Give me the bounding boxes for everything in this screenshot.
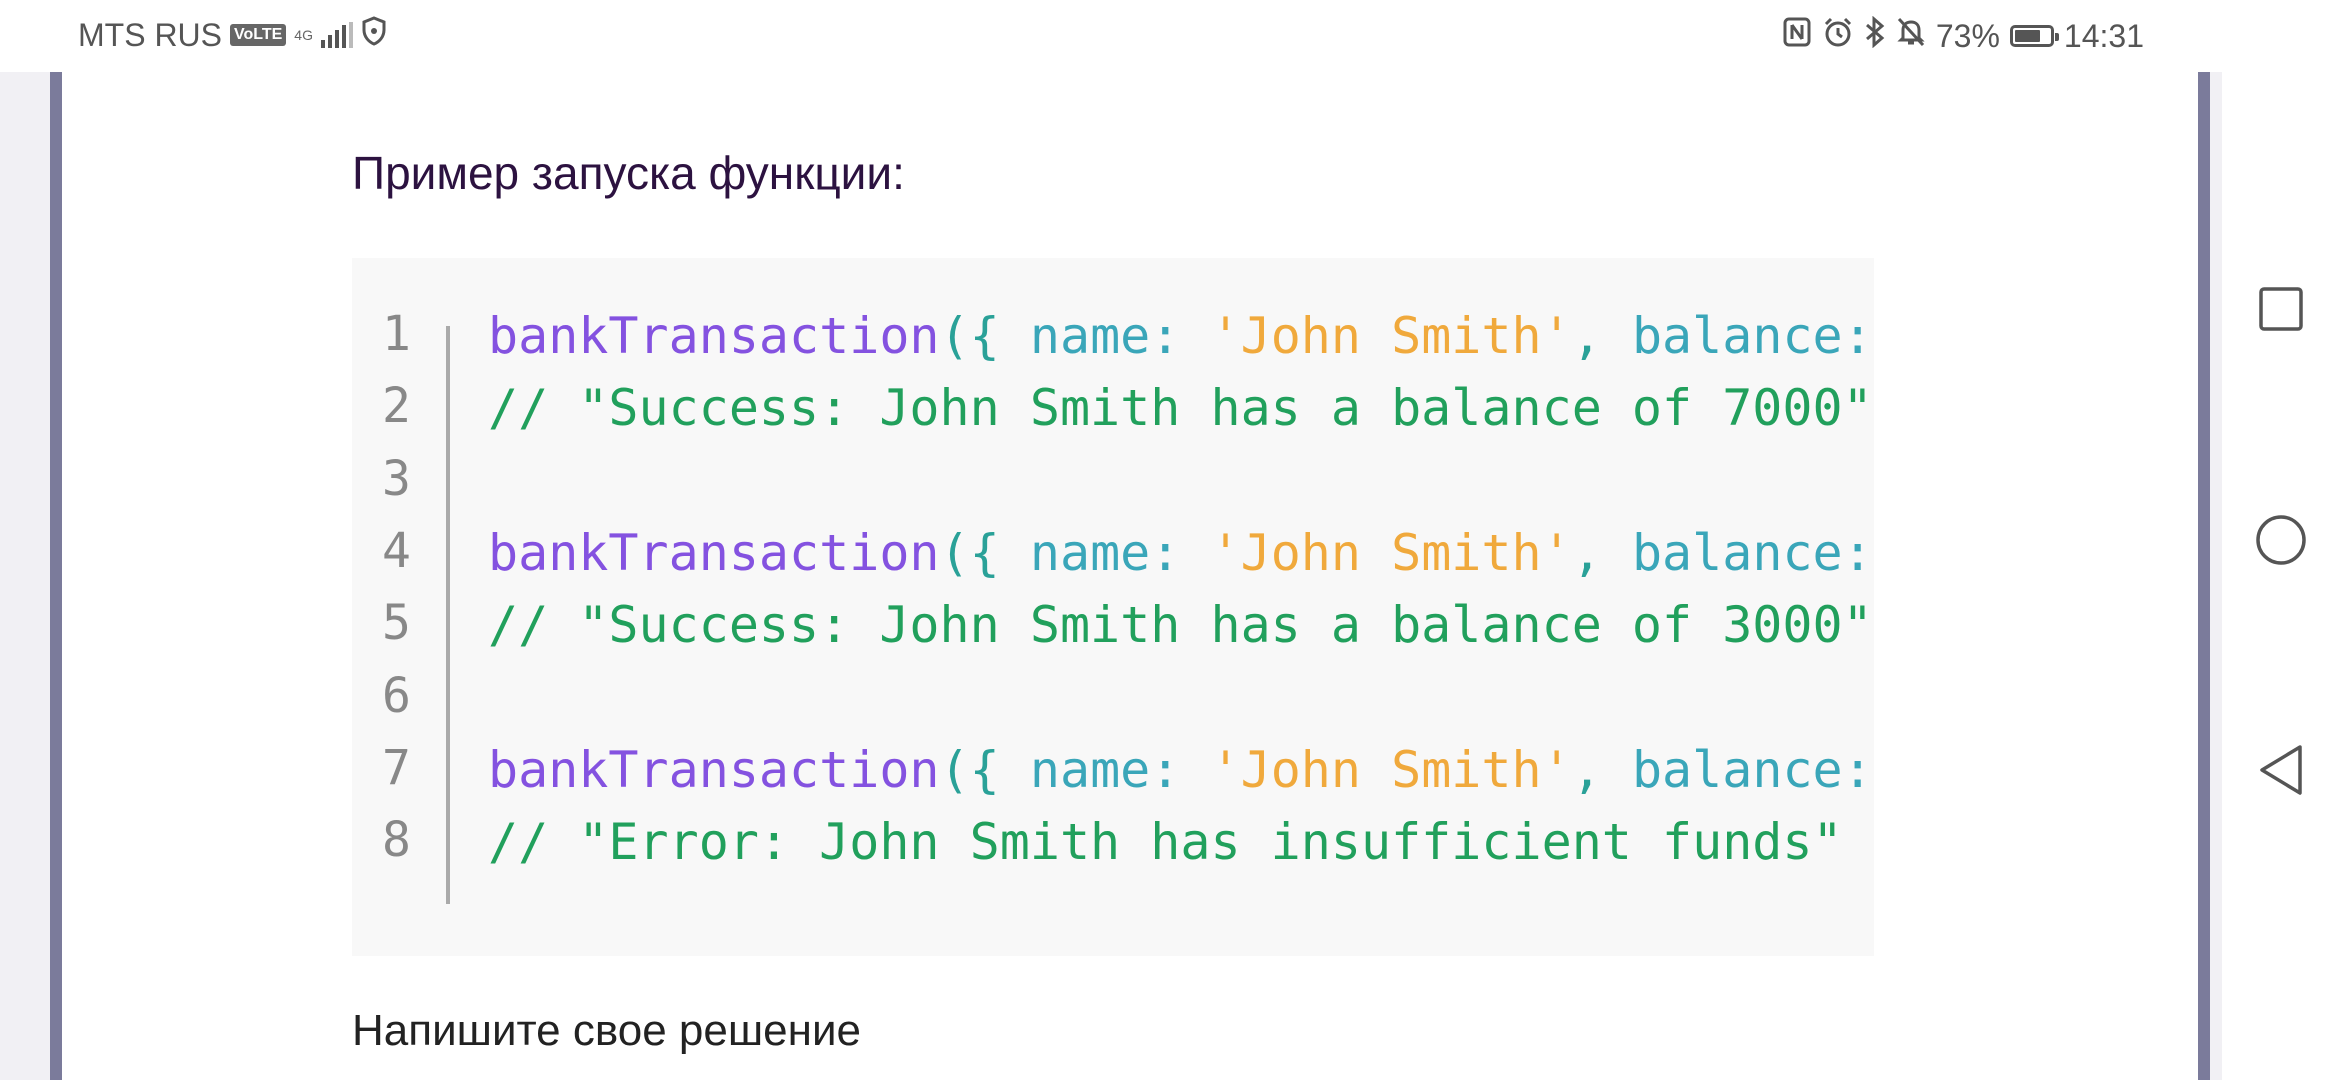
status-right: 73% 14:31 (1782, 15, 2144, 56)
line-number: 8 (382, 812, 411, 869)
navigation-bar (2222, 0, 2340, 1080)
line-number: 2 (382, 378, 411, 435)
code-line: 4 bankTransaction({ name: 'John Smith', b… (352, 517, 1874, 589)
code-token: , (1571, 740, 1632, 799)
code-text: bankTransaction({ name: 'John Smith', ba… (488, 517, 1874, 589)
line-number: 1 (382, 306, 411, 362)
solution-heading: Напишите свое решение (352, 1006, 861, 1055)
code-token: balance: (1631, 740, 1873, 799)
code-token: name: (1029, 523, 1211, 582)
page-heading: Пример запуска функции: (352, 147, 905, 199)
mute-icon (1896, 16, 1926, 56)
code-token: 'John Smith' (1210, 740, 1572, 799)
recents-square-icon[interactable] (2244, 272, 2318, 346)
status-left: MTS RUS VoLTE 4G (78, 16, 387, 54)
code-token: // "Success: John Smith has a balance of… (488, 596, 1873, 655)
battery-fill (2014, 30, 2040, 42)
code-token: ({ (939, 523, 1030, 582)
code-token: ({ (939, 307, 1030, 365)
carrier-name: MTS RUS (78, 16, 222, 53)
code-line: 1 bankTransaction({ name: 'John Smith', b… (352, 300, 1874, 372)
code-token: // "Error: John Smith has insufficient f… (488, 813, 1843, 872)
code-text: bankTransaction({ name: 'John Smith', ba… (488, 300, 1874, 372)
code-line: 5 // "Success: John Smith has a balance o… (352, 589, 1874, 661)
signal-icon (320, 22, 353, 48)
code-token: bankTransaction (488, 307, 940, 365)
code-text: bankTransaction({ name: 'John Smith', ba… (488, 734, 1874, 806)
code-line: 7 bankTransaction({ name: 'John Smith', b… (352, 734, 1874, 806)
line-number: 4 (382, 522, 411, 579)
code-token: bankTransaction (488, 740, 940, 799)
code-token: 'John Smith' (1210, 523, 1572, 582)
code-line: 8 // "Error: John Smith has insufficient … (352, 806, 1874, 878)
battery-percent: 73% (1935, 17, 2000, 54)
volte-badge: VoLTE (230, 24, 287, 46)
network-type: 4G (294, 27, 313, 43)
battery-icon (2009, 25, 2059, 47)
code-token: name: (1029, 307, 1211, 365)
code-text: // "Error: John Smith has insufficient f… (488, 806, 1843, 878)
code-token: balance: (1631, 523, 1873, 582)
line-number: 5 (382, 595, 411, 652)
clock: 14:31 (2063, 17, 2144, 54)
bluetooth-icon (1864, 15, 1886, 56)
code-token: 'John Smith' (1210, 307, 1572, 365)
code-token: , (1571, 523, 1632, 582)
code-token: balance: (1631, 307, 1873, 365)
code-line: 2 // "Success: John Smith has a balance o… (352, 372, 1874, 444)
home-circle-icon[interactable] (2244, 503, 2318, 577)
code-token: ({ (939, 740, 1030, 799)
code-text: // "Success: John Smith has a balance of… (488, 372, 1873, 444)
code-token: bankTransaction (488, 523, 940, 582)
alarm-icon (1822, 16, 1854, 56)
code-text: // "Success: John Smith has a balance of… (488, 589, 1873, 661)
nfc-icon (1782, 16, 1812, 56)
code-token: , (1571, 307, 1632, 365)
line-number: 3 (382, 450, 411, 507)
line-number: 6 (382, 667, 411, 724)
line-number: 7 (382, 739, 411, 796)
code-line: 6 (352, 662, 1874, 734)
code-token: // "Success: John Smith has a balance of… (488, 379, 1873, 438)
shield-icon (361, 16, 387, 54)
status-bar: MTS RUS VoLTE 4G 73% 14:31 (0, 0, 2222, 72)
code-line: 3 (352, 445, 1874, 517)
code-token: name: (1029, 740, 1211, 799)
back-triangle-icon[interactable] (2244, 733, 2318, 807)
code-block[interactable]: 1 bankTransaction({ name: 'John Smith', b… (352, 258, 1874, 956)
